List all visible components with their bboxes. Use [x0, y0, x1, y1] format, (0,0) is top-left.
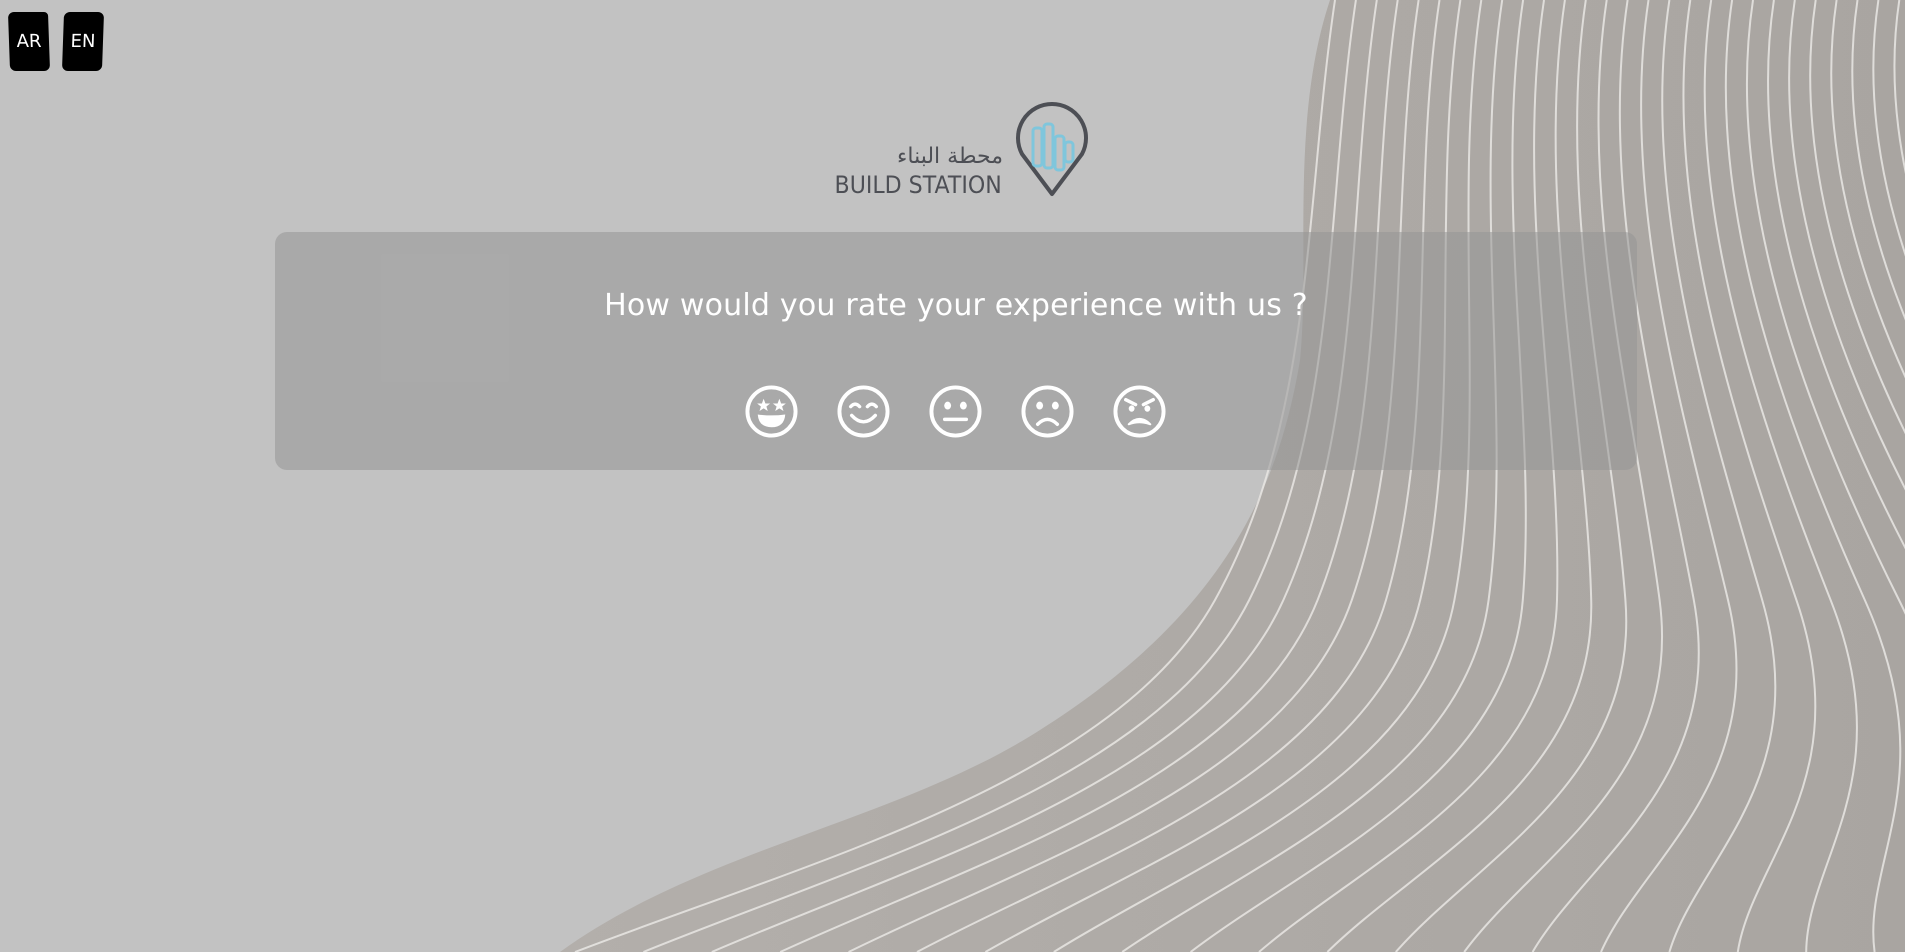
language-ar-button[interactable]: AR [7, 12, 51, 71]
language-ar-label: AR [16, 31, 42, 52]
angry-face-icon[interactable] [1112, 384, 1167, 439]
brand-name-english: BUILD STATION [834, 171, 1002, 199]
language-en-button[interactable]: EN [61, 12, 105, 71]
brand-logo: محطة البناء BUILD STATION [820, 98, 1090, 202]
star-struck-face-icon[interactable] [744, 384, 799, 439]
language-en-label: EN [70, 31, 96, 52]
rating-question: How would you rate your experience with … [604, 288, 1308, 323]
brand-name-arabic: محطة البناء [897, 144, 1003, 169]
neutral-face-icon[interactable] [928, 384, 983, 439]
location-pin-icon [1016, 102, 1088, 196]
rating-card: How would you rate your experience with … [275, 232, 1637, 470]
frowning-face-icon[interactable] [1020, 384, 1075, 439]
rating-options [744, 384, 1167, 439]
smiling-face-icon[interactable] [836, 384, 891, 439]
page: AR EN محطة البناء BUILD STATION How woul… [0, 0, 1905, 952]
